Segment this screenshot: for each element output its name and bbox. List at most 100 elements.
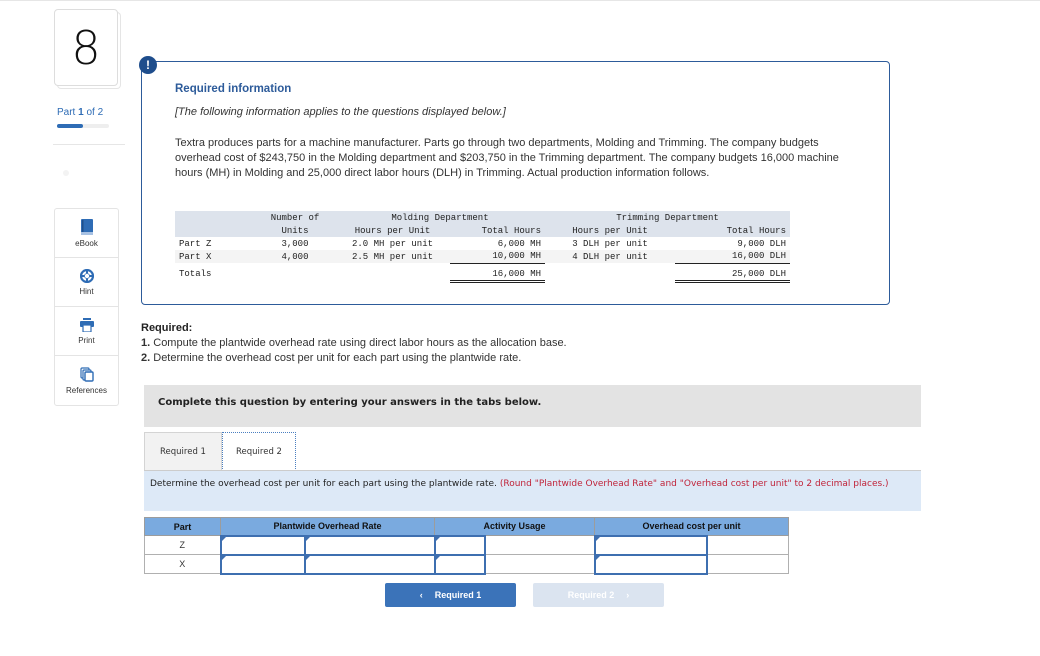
- table-subheader-row: Units Hours per Unit Total Hours Hours p…: [175, 224, 790, 237]
- cost-per-unit-input[interactable]: [595, 555, 706, 573]
- faint-marker: [63, 170, 69, 176]
- answer-row: X: [144, 553, 789, 575]
- trimming-total-hours: 9,000 DLH: [737, 238, 786, 249]
- part-current: 1: [78, 107, 84, 118]
- col-header-trimming-hpu: Hours per Unit: [545, 224, 675, 237]
- ebook-label: eBook: [75, 238, 98, 248]
- table-header-row: Number of Molding Department Trimming De…: [175, 211, 790, 224]
- required-item-number: 2.: [141, 352, 151, 364]
- rate-numerator-input[interactable]: [221, 536, 304, 554]
- answer-row: Z: [144, 534, 789, 556]
- answer-table: Part Plantwide Overhead Rate Activity Us…: [144, 517, 789, 575]
- cost-per-unit-cell[interactable]: [593, 534, 708, 556]
- info-body: Textra produces parts for a machine manu…: [175, 137, 839, 179]
- units: 3,000: [281, 238, 309, 249]
- molding-hours-per-unit: 2.5 MH per unit: [335, 250, 450, 263]
- hint-label: Hint: [79, 286, 94, 296]
- table-totals-row: Totals 16,000 MH 25,000 DLH: [175, 263, 790, 283]
- totals-label: Totals: [179, 269, 212, 279]
- col-header-units-2: Units: [255, 224, 335, 237]
- part-cell: X: [144, 554, 221, 574]
- units: 4,000: [255, 250, 335, 263]
- part-of: of 2: [86, 107, 104, 118]
- instruction-text: Determine the overhead cost per unit for…: [150, 479, 497, 489]
- required-item-text: Determine the overhead cost per unit for…: [153, 352, 522, 364]
- previous-tab-button[interactable]: ‹ Required 1: [385, 583, 516, 607]
- rate-denominator-cell[interactable]: [303, 534, 436, 556]
- part-name: Part X: [175, 250, 255, 263]
- copy-pages-icon: [79, 366, 94, 382]
- production-table: Number of Molding Department Trimming De…: [175, 211, 790, 283]
- part-cell: Z: [144, 535, 221, 555]
- col-header-molding-total: Total Hours: [450, 224, 545, 237]
- part-indicator: Part 1 of 2: [57, 107, 103, 118]
- previous-tab-label: Required 1: [434, 590, 482, 600]
- question-number-card: 8: [54, 9, 118, 86]
- ebook-button[interactable]: eBook: [55, 209, 118, 258]
- required-item-2: 2. Determine the overhead cost per unit …: [141, 352, 521, 364]
- usage-amount-input[interactable]: [435, 555, 484, 573]
- book-icon: [80, 218, 94, 235]
- table-row: Part Z 3,000 2.0 MH per unit 6,000 MH 3 …: [175, 237, 790, 250]
- required-item-1: 1. Compute the plantwide overhead rate u…: [141, 337, 567, 349]
- alert-icon: !: [139, 56, 157, 74]
- header-part: Part: [144, 517, 221, 536]
- print-label: Print: [78, 335, 95, 345]
- info-title: Required information: [175, 83, 292, 95]
- cost-extra-cell: [706, 535, 789, 555]
- trimming-total-hours: 16,000 DLH: [675, 250, 790, 264]
- cost-extra-cell: [706, 554, 789, 574]
- usage-amount-cell[interactable]: [433, 553, 486, 575]
- cost-per-unit-cell[interactable]: [593, 553, 708, 575]
- molding-total-hours: 6,000 MH: [497, 238, 541, 249]
- molding-total-hours: 10,000 MH: [450, 250, 545, 264]
- molding-hours-per-unit: 2.0 MH per unit: [351, 238, 433, 249]
- top-divider: [0, 0, 1040, 1]
- print-button[interactable]: Print: [55, 307, 118, 356]
- tabs: Required 1 Required 2: [144, 432, 296, 471]
- trimming-hours-per-unit: 4 DLH per unit: [545, 250, 675, 263]
- references-label: References: [66, 385, 107, 395]
- table-row: Part X 4,000 2.5 MH per unit 10,000 MH 4…: [175, 250, 790, 264]
- chevron-right-icon: ›: [626, 590, 630, 600]
- left-divider: [53, 144, 125, 145]
- rate-numerator-cell[interactable]: [219, 553, 306, 575]
- part-progress-fill: [57, 124, 83, 128]
- col-header-units-1: Number of: [255, 211, 335, 224]
- usage-amount-cell[interactable]: [433, 534, 486, 556]
- required-item-text: Compute the plantwide overhead rate usin…: [153, 337, 567, 349]
- col-header-trimming-total: Total Hours: [675, 224, 790, 237]
- part-prefix: Part: [57, 107, 76, 118]
- cost-per-unit-input[interactable]: [595, 536, 706, 554]
- complete-instruction-text: Complete this question by entering your …: [158, 397, 542, 408]
- info-note: [The following information applies to th…: [175, 106, 506, 118]
- tab-required-2[interactable]: Required 2: [222, 432, 296, 471]
- required-item-number: 1.: [141, 337, 151, 349]
- trimming-hours-per-unit: 3 DLH per unit: [572, 238, 648, 249]
- rate-denominator-cell[interactable]: [303, 553, 436, 575]
- tab-required-1[interactable]: Required 1: [144, 432, 222, 471]
- header-activity-usage: Activity Usage: [434, 517, 595, 536]
- references-button[interactable]: References: [55, 356, 118, 405]
- answer-header-row: Part Plantwide Overhead Rate Activity Us…: [144, 517, 789, 536]
- usage-unit-cell: [484, 535, 595, 555]
- next-tab-button[interactable]: Required 2 ›: [533, 583, 664, 607]
- header-plantwide-rate: Plantwide Overhead Rate: [220, 517, 435, 536]
- rate-denominator-input[interactable]: [305, 555, 434, 573]
- lifebuoy-icon: [79, 268, 94, 283]
- part-name: Part Z: [179, 238, 212, 249]
- usage-amount-input[interactable]: [435, 536, 484, 554]
- trimming-dept-header: Trimming Department: [545, 211, 790, 224]
- tools-panel: eBook Hint Print References: [54, 208, 119, 406]
- hint-button[interactable]: Hint: [55, 258, 118, 307]
- complete-instruction-bar: Complete this question by entering your …: [144, 385, 921, 427]
- rate-numerator-input[interactable]: [221, 555, 304, 573]
- rate-numerator-cell[interactable]: [219, 534, 306, 556]
- rate-denominator-input[interactable]: [305, 536, 434, 554]
- usage-unit-cell: [484, 554, 595, 574]
- trimming-total: 25,000 DLH: [675, 263, 790, 283]
- chevron-left-icon: ‹: [419, 590, 423, 600]
- tab-instruction: Determine the overhead cost per unit for…: [144, 471, 921, 511]
- required-heading: Required:: [141, 322, 193, 334]
- next-tab-label: Required 2: [567, 590, 615, 600]
